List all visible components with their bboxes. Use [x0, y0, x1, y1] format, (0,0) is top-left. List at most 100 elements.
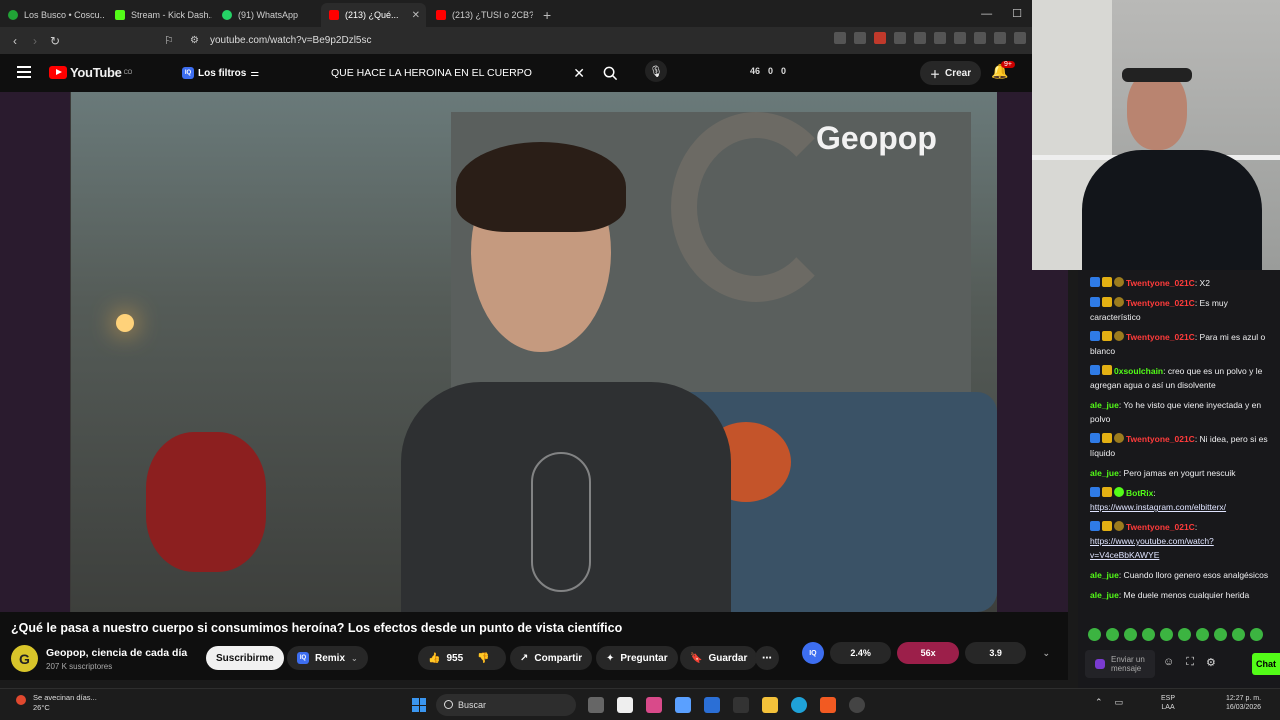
close-tab-icon[interactable]: ✕	[412, 10, 420, 21]
search-input[interactable]: QUE HACE LA HEROINA EN EL CUERPO ✕	[320, 60, 595, 86]
ask-button[interactable]: ✦ Preguntar	[596, 646, 678, 670]
dislike-icon[interactable]: 👎	[477, 653, 489, 664]
chat-text: :	[1153, 488, 1156, 498]
sidebar-icon[interactable]	[974, 32, 986, 44]
subscribe-button[interactable]: Suscribirme	[206, 646, 284, 670]
tab-kick-dashboard[interactable]: Stream - Kick Dash...	[107, 3, 212, 27]
chat-username[interactable]: Twentyone_021C	[1126, 298, 1195, 308]
lamp	[116, 314, 134, 332]
ai-icon[interactable]	[1014, 32, 1026, 44]
back-icon[interactable]: ‹	[5, 34, 25, 48]
tab-coscu[interactable]: Los Busco • Coscu...	[0, 3, 105, 27]
chat-username[interactable]: ale_jue	[1090, 400, 1119, 410]
bookmark-icon[interactable]: ⚐	[164, 34, 174, 47]
share-button[interactable]: ↗ Compartir	[510, 646, 593, 670]
remix-label: Remix	[315, 652, 346, 664]
terminal-icon[interactable]	[733, 697, 749, 713]
emote-icon[interactable]	[1196, 628, 1209, 641]
emote-icon[interactable]	[1106, 628, 1119, 641]
tab-youtube-tusi[interactable]: (213) ¿TUSI o 2CB?	[428, 3, 533, 27]
filters-button[interactable]: IQ Los filtros ⚌	[182, 63, 259, 83]
clock[interactable]: 12:27 p. m. 16/03/2026	[1226, 694, 1261, 712]
chat-username[interactable]: ale_jue	[1090, 468, 1119, 478]
iq-icon[interactable]: IQ	[802, 642, 824, 664]
extension-icon[interactable]	[914, 32, 926, 44]
chat-username[interactable]: ale_jue	[1090, 590, 1119, 600]
more-actions-button[interactable]: ⋯	[755, 646, 779, 670]
youtube-logo[interactable]: YouTube CO	[49, 65, 132, 80]
file-explorer-icon[interactable]	[762, 697, 778, 713]
reload-icon[interactable]: ↻	[45, 34, 65, 48]
forward-icon[interactable]: ›	[25, 34, 45, 48]
edge-icon[interactable]	[791, 697, 807, 713]
extension-icon[interactable]	[854, 32, 866, 44]
language-indicator[interactable]: ESP LAA	[1161, 694, 1175, 712]
emote-icon[interactable]	[1250, 628, 1263, 641]
lang-code: ESP	[1161, 695, 1176, 702]
calculator-icon[interactable]	[704, 697, 720, 713]
channel-avatar[interactable]: G	[11, 645, 38, 672]
tab-whatsapp[interactable]: (91) WhatsApp	[214, 3, 319, 27]
emote-icon[interactable]	[1214, 628, 1227, 641]
extension-icon[interactable]	[834, 32, 846, 44]
chat-link[interactable]: https://www.youtube.com/watch?v=V4ceBbKA…	[1090, 536, 1214, 560]
like-icon[interactable]: 👍	[428, 653, 440, 664]
clear-search-icon[interactable]: ✕	[573, 65, 585, 82]
capcut-icon[interactable]	[617, 697, 633, 713]
new-tab-button[interactable]: +	[543, 3, 551, 27]
save-button[interactable]: 🔖 Guardar	[680, 646, 758, 670]
create-button[interactable]: ＋ Crear	[920, 61, 982, 85]
youtube-header: YouTube CO IQ Los filtros ⚌ QUE HACE LA …	[0, 54, 1032, 92]
url-field[interactable]: ⚐ ⚙ youtube.com/watch?v=Be9p2Dzl5sc	[160, 31, 760, 50]
chat-link[interactable]: https://www.instagram.com/elbitterx/	[1090, 502, 1226, 512]
voice-search-button[interactable]: 🎙	[645, 60, 667, 82]
download-icon[interactable]	[934, 32, 946, 44]
extension-icon[interactable]	[894, 32, 906, 44]
taskbar-search[interactable]: Buscar	[436, 694, 576, 716]
send-chat-button[interactable]: Chat	[1252, 653, 1280, 675]
emote-icon[interactable]	[1160, 628, 1173, 641]
video-player[interactable]: Geopop	[0, 92, 1068, 612]
emote-icon[interactable]	[1088, 628, 1101, 641]
remix-button[interactable]: IQ Remix ⌄	[287, 646, 368, 670]
chat-username[interactable]: 0xsoulchain	[1114, 366, 1163, 376]
gift-icon[interactable]: ⛶	[1186, 656, 1194, 669]
emote-icon[interactable]	[1142, 628, 1155, 641]
minimize-icon[interactable]: —	[981, 8, 992, 20]
maximize-icon[interactable]: ☐	[1012, 7, 1022, 20]
task-view-icon[interactable]	[588, 697, 604, 713]
window-controls: — ☐	[981, 0, 1032, 27]
tray-chevron-icon[interactable]: ⌃	[1095, 697, 1103, 708]
windows-start-icon[interactable]	[412, 698, 426, 712]
share-icon: ↗	[520, 652, 529, 664]
site-info-icon[interactable]: ⚙	[190, 35, 199, 46]
emote-icon[interactable]	[1178, 628, 1191, 641]
menu-icon[interactable]	[17, 66, 31, 78]
tab-youtube-active[interactable]: (213) ¿Qué... ✕	[321, 3, 426, 27]
emoji-icon[interactable]: ☺	[1163, 656, 1174, 669]
search-button[interactable]	[598, 62, 622, 84]
emote-icon[interactable]	[1232, 628, 1245, 641]
chat-username[interactable]: ale_jue	[1090, 570, 1119, 580]
wallet-icon[interactable]	[994, 32, 1006, 44]
like-count[interactable]: 955	[446, 653, 463, 664]
emote-icon[interactable]	[1124, 628, 1137, 641]
chevron-down-icon[interactable]: ⌄	[1042, 648, 1050, 659]
chat-username[interactable]: BotRix	[1126, 488, 1153, 498]
chat-username[interactable]: Twentyone_021C	[1126, 332, 1195, 342]
chat-username[interactable]: Twentyone_021C	[1126, 522, 1195, 532]
media-icon[interactable]	[954, 32, 966, 44]
extension-icon[interactable]	[874, 32, 886, 44]
battery-icon[interactable]: ▭	[1115, 697, 1124, 708]
coin-icon	[1114, 433, 1124, 443]
chat-username[interactable]: Twentyone_021C	[1126, 278, 1195, 288]
chat-username[interactable]: Twentyone_021C	[1126, 434, 1195, 444]
obs-icon[interactable]	[849, 697, 865, 713]
chat-message: ale_jue: Yo he visto que viene inyectada…	[1090, 398, 1274, 426]
snipping-icon[interactable]	[646, 697, 662, 713]
brave-icon[interactable]	[820, 697, 836, 713]
copilot-icon[interactable]	[675, 697, 691, 713]
settings-icon[interactable]: ⚙	[1206, 656, 1216, 669]
chat-input[interactable]: Enviar un mensaje	[1085, 650, 1155, 678]
channel-name[interactable]: Geopop, ciencia de cada día	[46, 647, 187, 659]
